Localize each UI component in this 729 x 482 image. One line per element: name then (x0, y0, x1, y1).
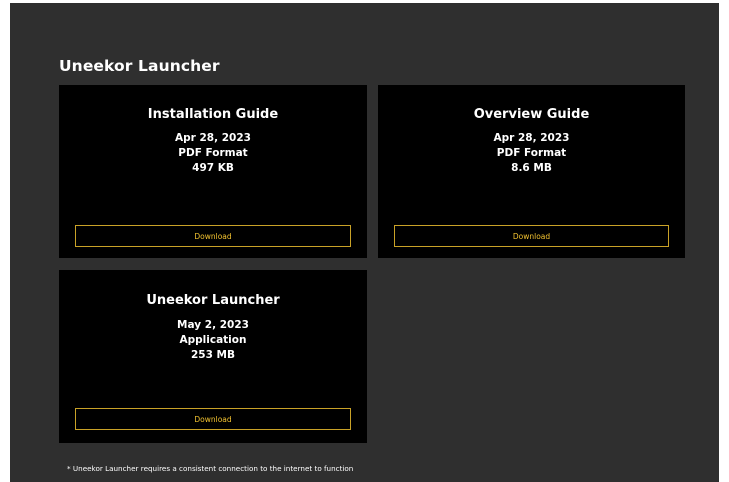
card-title: Overview Guide (473, 107, 590, 122)
card-meta: Apr 28, 2023 PDF Format 497 KB (59, 131, 367, 176)
card-title: Installation Guide (147, 107, 279, 122)
download-button[interactable]: Download (394, 225, 669, 247)
card-meta: Apr 28, 2023 PDF Format 8.6 MB (378, 131, 685, 176)
card-format: Application (179, 334, 247, 346)
download-button[interactable]: Download (75, 408, 351, 430)
card-date: May 2, 2023 (177, 319, 249, 331)
card-title: Uneekor Launcher (146, 293, 280, 308)
card-size: 497 KB (192, 162, 234, 174)
card-format: PDF Format (178, 147, 248, 159)
section-title: Uneekor Launcher (59, 57, 220, 75)
download-card-uneekor-launcher: Uneekor Launcher May 2, 2023 Application… (59, 270, 367, 443)
card-date: Apr 28, 2023 (175, 132, 251, 144)
download-card-installation-guide: Installation Guide Apr 28, 2023 PDF Form… (59, 85, 367, 258)
footnote: * Uneekor Launcher requires a consistent… (67, 464, 354, 473)
download-button[interactable]: Download (75, 225, 351, 247)
card-size: 253 MB (190, 349, 236, 361)
card-size: 8.6 MB (511, 162, 552, 174)
download-card-overview-guide: Overview Guide Apr 28, 2023 PDF Format 8… (378, 85, 685, 258)
downloads-panel: Uneekor Launcher Installation Guide Apr … (10, 3, 719, 482)
card-date: Apr 28, 2023 (493, 132, 570, 144)
card-meta: May 2, 2023 Application 253 MB (59, 318, 367, 363)
card-format: PDF Format (496, 147, 567, 159)
